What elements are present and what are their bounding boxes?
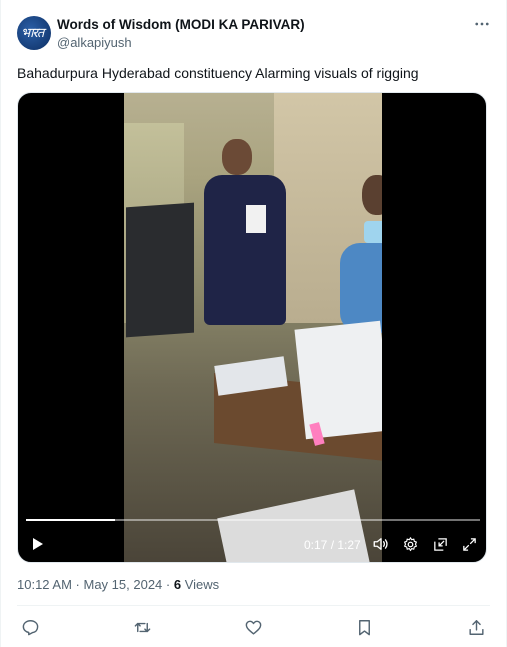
meta-separator: ·	[71, 577, 84, 592]
more-options-button[interactable]	[472, 14, 492, 34]
scene-person	[340, 243, 382, 333]
bookmark-button[interactable]	[352, 615, 376, 639]
avatar-logo-text: भारत	[21, 26, 44, 41]
like-button[interactable]	[241, 615, 265, 639]
video-frame[interactable]	[124, 93, 382, 562]
share-icon	[468, 619, 484, 635]
picture-in-picture-icon	[433, 537, 447, 551]
video-time: 0:17 / 1:27	[304, 538, 361, 552]
video-time-separator: /	[327, 538, 338, 552]
settings-gear-icon	[403, 536, 417, 551]
tweet-text: Bahadurpura Hyderabad constituency Alarm…	[17, 65, 419, 81]
views-count: 6	[173, 577, 182, 592]
reply-icon	[22, 619, 38, 635]
author-handle[interactable]: @alkapiyush	[57, 34, 305, 51]
scene-papers	[294, 320, 382, 440]
scene-person-head	[362, 175, 382, 215]
volume-button[interactable]	[370, 533, 392, 555]
retweet-button[interactable]	[130, 615, 154, 639]
author-info: Words of Wisdom (MODI KA PARIVAR) @alkap…	[57, 16, 305, 51]
scene-person	[204, 175, 286, 325]
scene-mask	[364, 221, 382, 243]
video-duration: 1:27	[337, 538, 361, 552]
scene-person-head	[222, 139, 252, 175]
video-progress-bar[interactable]	[26, 519, 480, 521]
tweet-card: भारत Words of Wisdom (MODI KA PARIVAR) @…	[0, 0, 507, 647]
views-label: Views	[181, 577, 220, 592]
play-icon	[33, 538, 43, 550]
video-progress-fill	[26, 519, 115, 521]
settings-button[interactable]	[399, 533, 421, 555]
share-button[interactable]	[464, 615, 488, 639]
fullscreen-button[interactable]	[458, 533, 480, 555]
tweet-date[interactable]: May 15, 2024	[84, 577, 163, 592]
tweet-actions	[1, 612, 507, 642]
heart-icon	[245, 620, 261, 635]
play-button[interactable]	[26, 533, 48, 555]
avatar[interactable]: भारत	[17, 16, 51, 50]
reply-button[interactable]	[18, 615, 42, 639]
retweet-icon	[134, 622, 150, 632]
author-name[interactable]: Words of Wisdom (MODI KA PARIVAR)	[57, 16, 305, 33]
divider	[17, 605, 490, 606]
meta-separator: ·	[162, 577, 174, 592]
scene-badge	[246, 205, 266, 233]
more-horizontal-icon	[475, 22, 489, 26]
scene-voting-booth	[126, 202, 194, 338]
video-controls: 0:17 / 1:27	[18, 529, 486, 559]
video-current-time: 0:17	[304, 538, 328, 552]
picture-in-picture-button[interactable]	[429, 533, 451, 555]
fullscreen-icon	[462, 537, 476, 551]
tweet-time[interactable]: 10:12 AM	[17, 577, 72, 592]
volume-icon	[373, 538, 388, 550]
tweet-meta: 10:12 AM · May 15, 2024 · 6 Views	[17, 577, 219, 592]
video-player[interactable]: 0:17 / 1:27	[17, 92, 487, 563]
bookmark-icon	[358, 619, 370, 635]
